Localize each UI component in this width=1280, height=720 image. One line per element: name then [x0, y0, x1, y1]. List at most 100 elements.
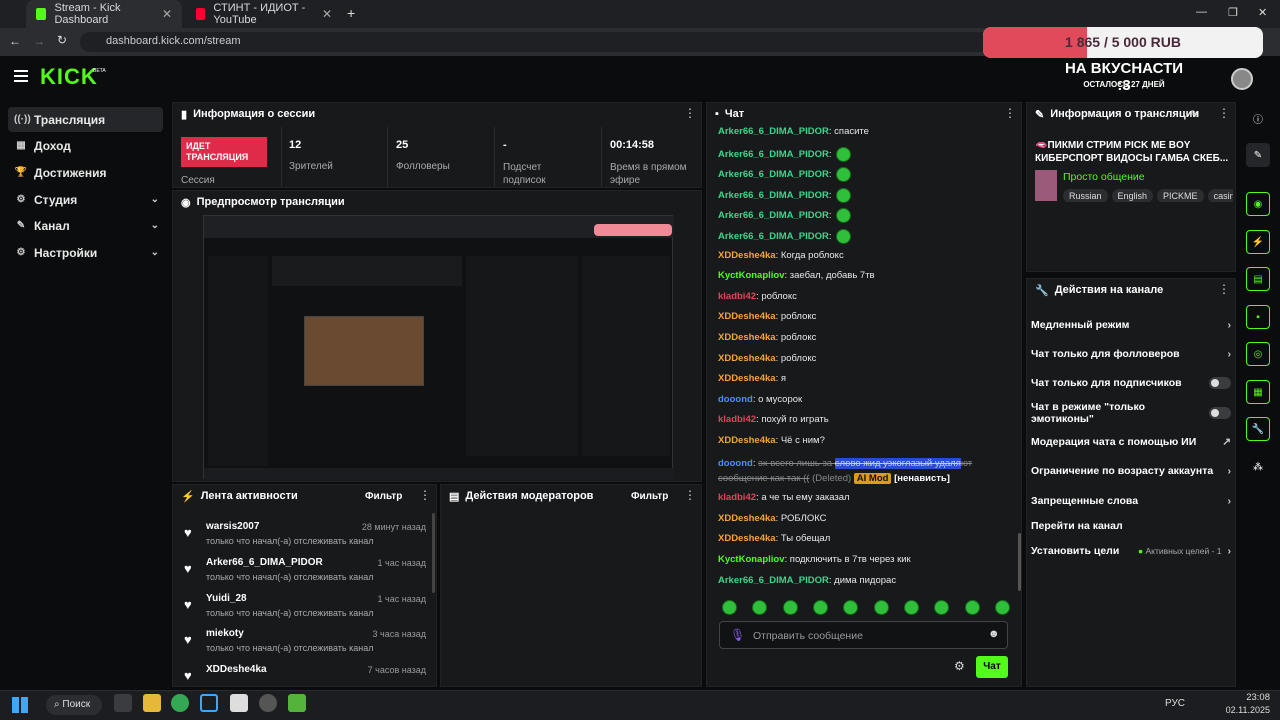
emote-icon[interactable] — [873, 600, 889, 615]
microphone-icon[interactable]: 🎙 — [730, 628, 745, 642]
document-icon[interactable]: ▤ — [1246, 267, 1270, 291]
emote-icon[interactable] — [836, 167, 852, 183]
chat-username[interactable]: kladbi42 — [718, 492, 756, 503]
sidebar-item-studio[interactable]: ⚙ Студия ⌄ — [8, 187, 163, 212]
chat-username[interactable]: dooond — [718, 394, 753, 405]
emote-only-toggle[interactable] — [1209, 407, 1231, 419]
scrollbar[interactable] — [432, 513, 435, 593]
emote-icon[interactable] — [903, 600, 919, 615]
list-item[interactable]: ♥ Yuidi_28 1 час назад только что начал(… — [180, 591, 430, 627]
minimize-button[interactable]: — — [1196, 6, 1207, 18]
subscribers-only-toggle[interactable] — [1209, 377, 1231, 389]
more-options-icon[interactable]: ⋮ — [1218, 106, 1230, 120]
maximize-button[interactable]: ❐ — [1228, 6, 1238, 19]
tag[interactable]: Russian — [1063, 189, 1108, 202]
chat-username[interactable]: Arker66_6_DIMA_PIDOR — [718, 231, 829, 242]
go-to-channel-item[interactable]: Перейти на канал — [1031, 516, 1231, 536]
emote-icon[interactable] — [836, 146, 852, 162]
chat-settings-icon[interactable]: ⚙ — [954, 659, 965, 673]
chat-username[interactable]: Arker66_6_DIMA_PIDOR — [718, 149, 829, 160]
task-view-icon[interactable] — [114, 694, 132, 712]
emote-icon[interactable] — [812, 600, 828, 615]
chat-username[interactable]: XDDeshe4ka — [718, 332, 776, 343]
emote-icon[interactable] — [752, 600, 768, 615]
emote-icon[interactable] — [994, 600, 1010, 615]
chevron-down-icon[interactable]: ⌄ — [151, 247, 159, 258]
chat-username[interactable]: Arker66_6_DIMA_PIDOR — [718, 169, 829, 180]
emote-icon[interactable] — [836, 187, 852, 203]
emote-icon[interactable] — [836, 229, 852, 244]
close-tab-icon[interactable]: ✕ — [322, 7, 332, 21]
more-options-icon[interactable]: ⋮ — [684, 488, 696, 502]
tag[interactable]: PICKME — [1157, 189, 1204, 202]
snipping-tool-icon[interactable] — [200, 694, 218, 712]
emote-icon[interactable] — [964, 600, 980, 615]
chat-username[interactable]: XDDeshe4ka — [718, 533, 776, 544]
emote-icon[interactable] — [722, 600, 737, 615]
reload-icon[interactable]: ↻ — [57, 33, 67, 47]
emote-icon[interactable] — [934, 600, 950, 615]
game-icon[interactable] — [288, 694, 306, 712]
list-item[interactable]: ♥ XDDeshe4ka 7 часов назад — [180, 662, 430, 686]
new-tab-button[interactable]: + — [347, 5, 355, 21]
category-name[interactable]: Просто общение — [1063, 171, 1145, 183]
file-explorer-icon[interactable] — [143, 694, 161, 712]
chat-username[interactable]: dooond — [718, 458, 753, 469]
moderator-filter-button[interactable]: Фильтр — [631, 491, 668, 502]
tab-youtube[interactable]: СТИНТ - ИДИОТ - YouTube ✕ — [186, 0, 342, 28]
chat-username[interactable]: XDDeshe4ka — [718, 311, 776, 322]
pencil-icon[interactable]: ✎ — [1246, 143, 1270, 167]
chat-username[interactable]: KyctKonapliov — [718, 270, 785, 281]
sidebar-item-channel[interactable]: ✎ Канал ⌄ — [8, 213, 163, 238]
chat-username[interactable]: XDDeshe4ka — [718, 353, 776, 364]
chat-username[interactable]: kladbi42 — [718, 414, 756, 425]
stream-preview-video[interactable] — [203, 215, 674, 480]
chat-username[interactable]: XDDeshe4ka — [718, 373, 776, 384]
clock-time[interactable]: 23:08 — [1228, 692, 1270, 703]
banned-words-item[interactable]: Запрещенные слова › — [1031, 491, 1231, 511]
avatar[interactable] — [1231, 68, 1253, 90]
app-icon[interactable] — [259, 694, 277, 712]
chat-input[interactable]: 🎙 Отправить сообщение ☻ — [719, 621, 1008, 649]
forward-icon[interactable]: → — [33, 34, 45, 48]
emote-icon[interactable] — [836, 208, 852, 224]
kick-logo[interactable]: KICK — [40, 64, 98, 90]
age-restriction-item[interactable]: Ограничение по возрасту аккаунта › — [1031, 461, 1231, 481]
more-options-icon[interactable]: ⋮ — [684, 106, 696, 120]
menu-icon[interactable] — [14, 70, 28, 72]
chat-icon[interactable]: ▪ — [1246, 305, 1270, 329]
sidebar-item-stream[interactable]: ((·)) Трансляция — [8, 107, 163, 132]
language-indicator[interactable]: РУС — [1165, 698, 1185, 709]
send-chat-button[interactable]: Чат — [976, 656, 1008, 678]
list-item[interactable]: ♥ warsis2007 28 минут назад только что н… — [180, 519, 430, 555]
tag[interactable]: English — [1111, 189, 1154, 202]
add-widget-icon[interactable]: ⁂ — [1246, 455, 1270, 479]
edit-icon[interactable]: ✎ — [1190, 108, 1199, 121]
chat-username[interactable]: Arker66_6_DIMA_PIDOR — [718, 210, 829, 221]
emote-icon[interactable] — [782, 600, 798, 615]
more-options-icon[interactable]: ⋮ — [419, 488, 431, 502]
chat-username[interactable]: Arker66_6_DIMA_PIDOR — [718, 190, 829, 201]
taskbar-search[interactable]: ⌕ Поиск — [46, 695, 102, 715]
chat-username[interactable]: XDDeshe4ka — [718, 250, 776, 261]
info-icon[interactable]: ⓘ — [1246, 106, 1270, 130]
broadcast-icon[interactable]: ◎ — [1246, 342, 1270, 366]
obs-icon[interactable] — [230, 694, 248, 712]
slow-mode-item[interactable]: Медленный режим › — [1031, 315, 1231, 335]
lightning-icon[interactable]: ⚡ — [1246, 230, 1270, 254]
set-goals-item[interactable]: Установить цели ● Активных целей - 1 › — [1031, 541, 1231, 561]
chevron-down-icon[interactable]: ⌄ — [151, 194, 159, 205]
more-options-icon[interactable]: ⋮ — [1218, 282, 1230, 296]
close-window-button[interactable]: ✕ — [1258, 6, 1267, 19]
list-item[interactable]: ♥ miekoty 3 часа назад только что начал(… — [180, 626, 430, 662]
chat-scrollbar[interactable] — [1018, 533, 1021, 591]
emoji-icon[interactable]: ☻ — [988, 628, 1000, 640]
chrome-icon[interactable] — [171, 694, 189, 712]
back-icon[interactable]: ← — [9, 34, 21, 48]
chat-username[interactable]: XDDeshe4ka — [718, 513, 776, 524]
chat-username[interactable]: Arker66_6_DIMA_PIDOR — [718, 126, 829, 137]
sidebar-item-settings[interactable]: ⚙ Настройки ⌄ — [8, 240, 163, 265]
clock-date[interactable]: 02.11.2025 — [1218, 705, 1270, 715]
sidebar-item-achievements[interactable]: 🏆 Достижения — [8, 160, 163, 185]
followers-only-item[interactable]: Чат только для фолловеров › — [1031, 344, 1231, 364]
